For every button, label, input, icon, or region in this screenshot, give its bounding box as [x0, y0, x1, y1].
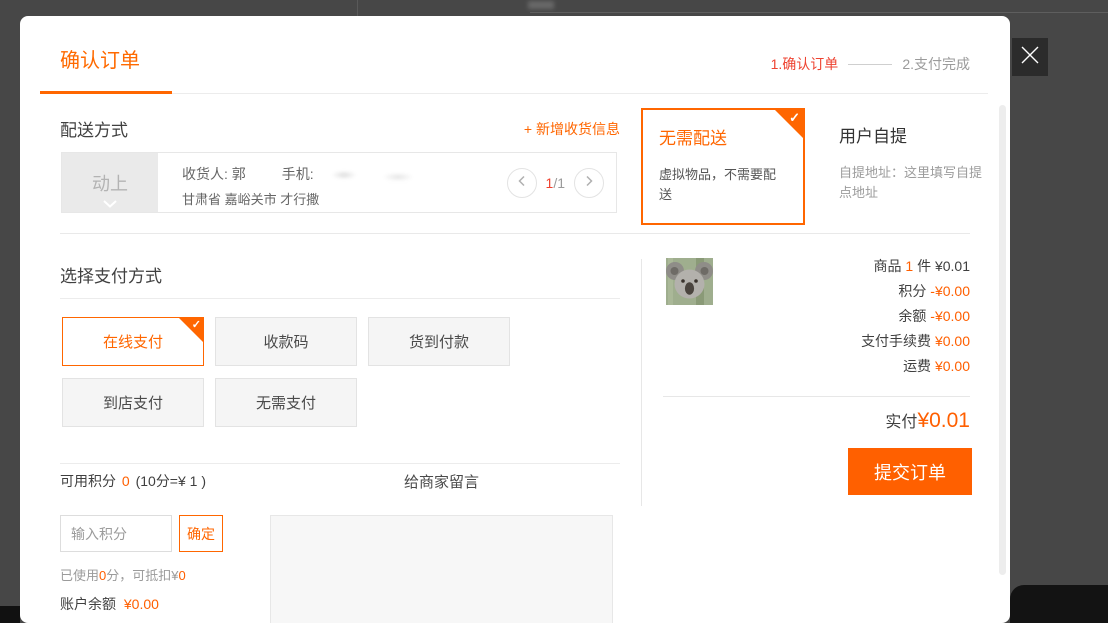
merchant-message-label: 给商家留言: [270, 471, 613, 492]
page-title: 确认订单: [60, 44, 140, 73]
summary-label: 积分: [898, 283, 926, 299]
header-divider: [40, 93, 988, 94]
address-card[interactable]: 动上 收货人: 郭 手机: 甘肃省 嘉峪关市 才行撒: [61, 152, 617, 213]
delivery-option-self-pickup[interactable]: 用户自提 自提地址：这里填写自提点地址: [823, 108, 990, 225]
points-available-line: 可用积分 0 (10分=¥ 1 ): [60, 471, 206, 491]
item-unit: 件: [917, 258, 931, 274]
item-label: 商品: [873, 258, 901, 274]
points-section-divider: [60, 463, 620, 464]
confirm-order-modal: 确认订单 1.确认订单 2.支付完成 配送方式 + 新增收货信息 动上 收货人:…: [20, 16, 1010, 623]
address-page-total: /1: [553, 175, 565, 191]
delivery-option-desc: 虚拟物品，不需要配送: [659, 165, 787, 205]
payment-section-title: 选择支付方式: [60, 262, 162, 287]
payment-method-none[interactable]: 无需支付: [215, 378, 357, 427]
payment-method-label: 货到付款: [409, 331, 469, 352]
summary-row-fee: 支付手续费 ¥0.00: [670, 329, 970, 354]
payment-method-label: 到店支付: [103, 392, 163, 413]
points-used-line: 已使用0分，可抵扣¥0: [60, 565, 186, 584]
address-pagination: 1/1: [507, 153, 616, 212]
background-artifact-line: [530, 12, 1108, 13]
merchant-message-textarea[interactable]: [270, 515, 613, 623]
payment-method-online[interactable]: ✓ 在线支付: [62, 317, 204, 366]
next-address-button[interactable]: [574, 168, 604, 198]
payment-method-cod[interactable]: 货到付款: [368, 317, 510, 366]
item-qty: 1: [905, 258, 913, 274]
active-tab-underline: [40, 91, 172, 94]
points-confirm-button[interactable]: 确定: [179, 515, 223, 552]
points-deduct-value: 0: [178, 568, 185, 583]
summary-value: ¥0.00: [935, 358, 970, 374]
payment-heading-divider: [60, 298, 620, 299]
points-input[interactable]: [60, 515, 172, 552]
address-page-indicator: 1/1: [546, 175, 565, 191]
points-available-value: 0: [122, 473, 130, 489]
background-artifact-line: [357, 0, 358, 16]
checkout-steps: 1.确认订单 2.支付完成: [771, 54, 970, 74]
scrollbar-thumb[interactable]: [999, 105, 1006, 575]
summary-label: 运费: [903, 358, 931, 374]
balance-value: ¥0.00: [124, 596, 159, 612]
step-payment-done: 2.支付完成: [902, 54, 970, 74]
section-divider: [60, 233, 970, 234]
payment-method-label: 无需支付: [256, 392, 316, 413]
points-rate: (10分=¥ 1 ): [136, 473, 206, 489]
points-label: 可用积分: [60, 473, 116, 489]
check-icon: ✓: [192, 318, 201, 331]
summary-value: -¥0.00: [930, 283, 970, 299]
background-artifact-text: [528, 1, 554, 9]
column-divider: [641, 259, 642, 506]
summary-divider: [663, 396, 970, 397]
background-artifact-dark: [1010, 585, 1108, 623]
chevron-left-icon: [516, 174, 528, 192]
points-used-middle: 分，可抵扣¥: [106, 568, 178, 583]
address-info: 收货人: 郭 手机: 甘肃省 嘉峪关市 才行撒: [158, 153, 507, 212]
close-button[interactable]: [1012, 38, 1048, 76]
check-icon: ✓: [789, 110, 800, 126]
order-summary: 商品 1 件 ¥0.01 积分 -¥0.00 余额 -¥0.00 支付手续费 ¥…: [670, 254, 970, 379]
summary-row-points: 积分 -¥0.00: [670, 279, 970, 304]
summary-value: ¥0.00: [935, 333, 970, 349]
summary-item-row: 商品 1 件 ¥0.01: [670, 254, 970, 279]
page-background: 确认订单 1.确认订单 2.支付完成 配送方式 + 新增收货信息 动上 收货人:…: [0, 0, 1108, 623]
balance-label: 账户余额: [60, 596, 116, 612]
total-value: ¥0.01: [917, 409, 970, 432]
points-used-prefix: 已使用: [60, 568, 99, 583]
summary-row-shipping-fee: 运费 ¥0.00: [670, 354, 970, 379]
delivery-option-title: 无需配送: [659, 124, 787, 149]
add-address-link[interactable]: + 新增收货信息: [524, 119, 620, 139]
payment-method-label: 收款码: [263, 331, 308, 352]
account-balance-line: 账户余额 ¥0.00: [60, 594, 159, 614]
step-confirm-order: 1.确认订单: [771, 54, 839, 74]
chevron-down-icon: [103, 200, 117, 208]
submit-order-button[interactable]: 提交订单: [848, 448, 972, 495]
close-icon: [1020, 45, 1040, 70]
phone-number-redacted: [320, 163, 468, 185]
payment-method-label: 在线支付: [103, 331, 163, 352]
total-label: 实付: [885, 414, 917, 431]
background-artifact-dark: [0, 606, 20, 623]
chevron-right-icon: [583, 174, 595, 192]
address-tag-dropdown[interactable]: 动上: [62, 153, 158, 212]
address-tag-label: 动上: [92, 170, 128, 196]
phone-label: 手机:: [282, 164, 314, 184]
prev-address-button[interactable]: [507, 168, 537, 198]
delivery-option-desc: 自提地址：这里填写自提点地址: [839, 163, 989, 203]
summary-label: 余额: [898, 308, 926, 324]
summary-row-balance: 余额 -¥0.00: [670, 304, 970, 329]
summary-label: 支付手续费: [861, 333, 931, 349]
payment-method-instore[interactable]: 到店支付: [62, 378, 204, 427]
receiver-name: 收货人: 郭: [182, 164, 246, 184]
total-line: 实付¥0.01: [885, 408, 970, 433]
delivery-option-title: 用户自提: [839, 122, 974, 147]
step-separator-line: [848, 64, 892, 65]
summary-value: -¥0.00: [930, 308, 970, 324]
item-price: ¥0.01: [935, 258, 970, 274]
delivery-option-no-shipping[interactable]: ✓ 无需配送 虚拟物品，不需要配送: [641, 108, 805, 225]
shipping-section-title: 配送方式: [60, 116, 128, 141]
address-region: 甘肃省 嘉峪关市 才行撒: [182, 189, 507, 208]
payment-method-qrcode[interactable]: 收款码: [215, 317, 357, 366]
